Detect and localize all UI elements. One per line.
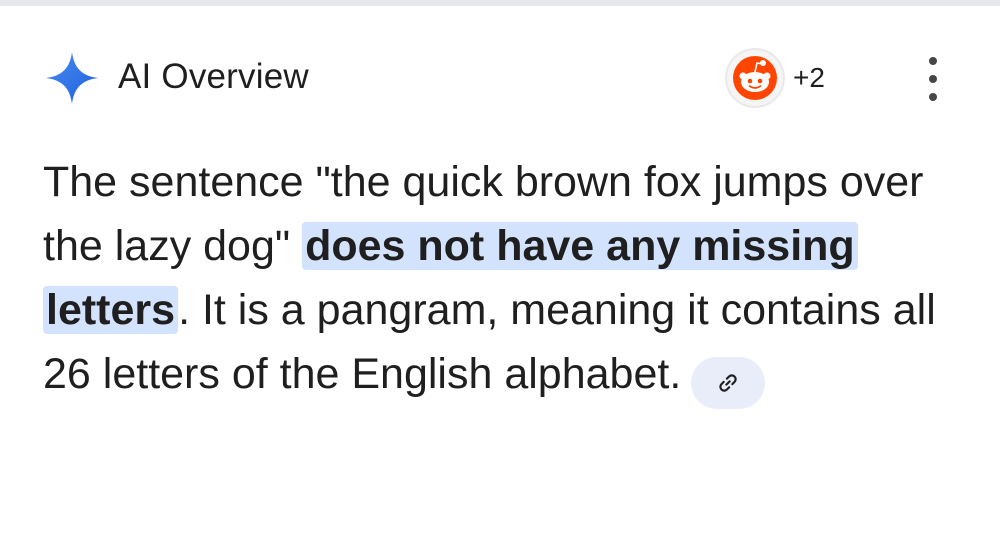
- ai-overview-header: AI Overview +2: [0, 0, 1000, 150]
- ai-overview-title: AI Overview: [118, 57, 309, 96]
- more-vert-icon[interactable]: [918, 57, 948, 101]
- sparkle-icon: [46, 52, 98, 104]
- ai-overview-answer: The sentence "the quick brown fox jumps …: [43, 150, 978, 409]
- sources-count: +2: [793, 62, 825, 93]
- reddit-icon: [727, 50, 783, 106]
- sources-button[interactable]: +2: [727, 50, 825, 106]
- link-icon: [719, 374, 737, 392]
- link-button[interactable]: [691, 357, 766, 409]
